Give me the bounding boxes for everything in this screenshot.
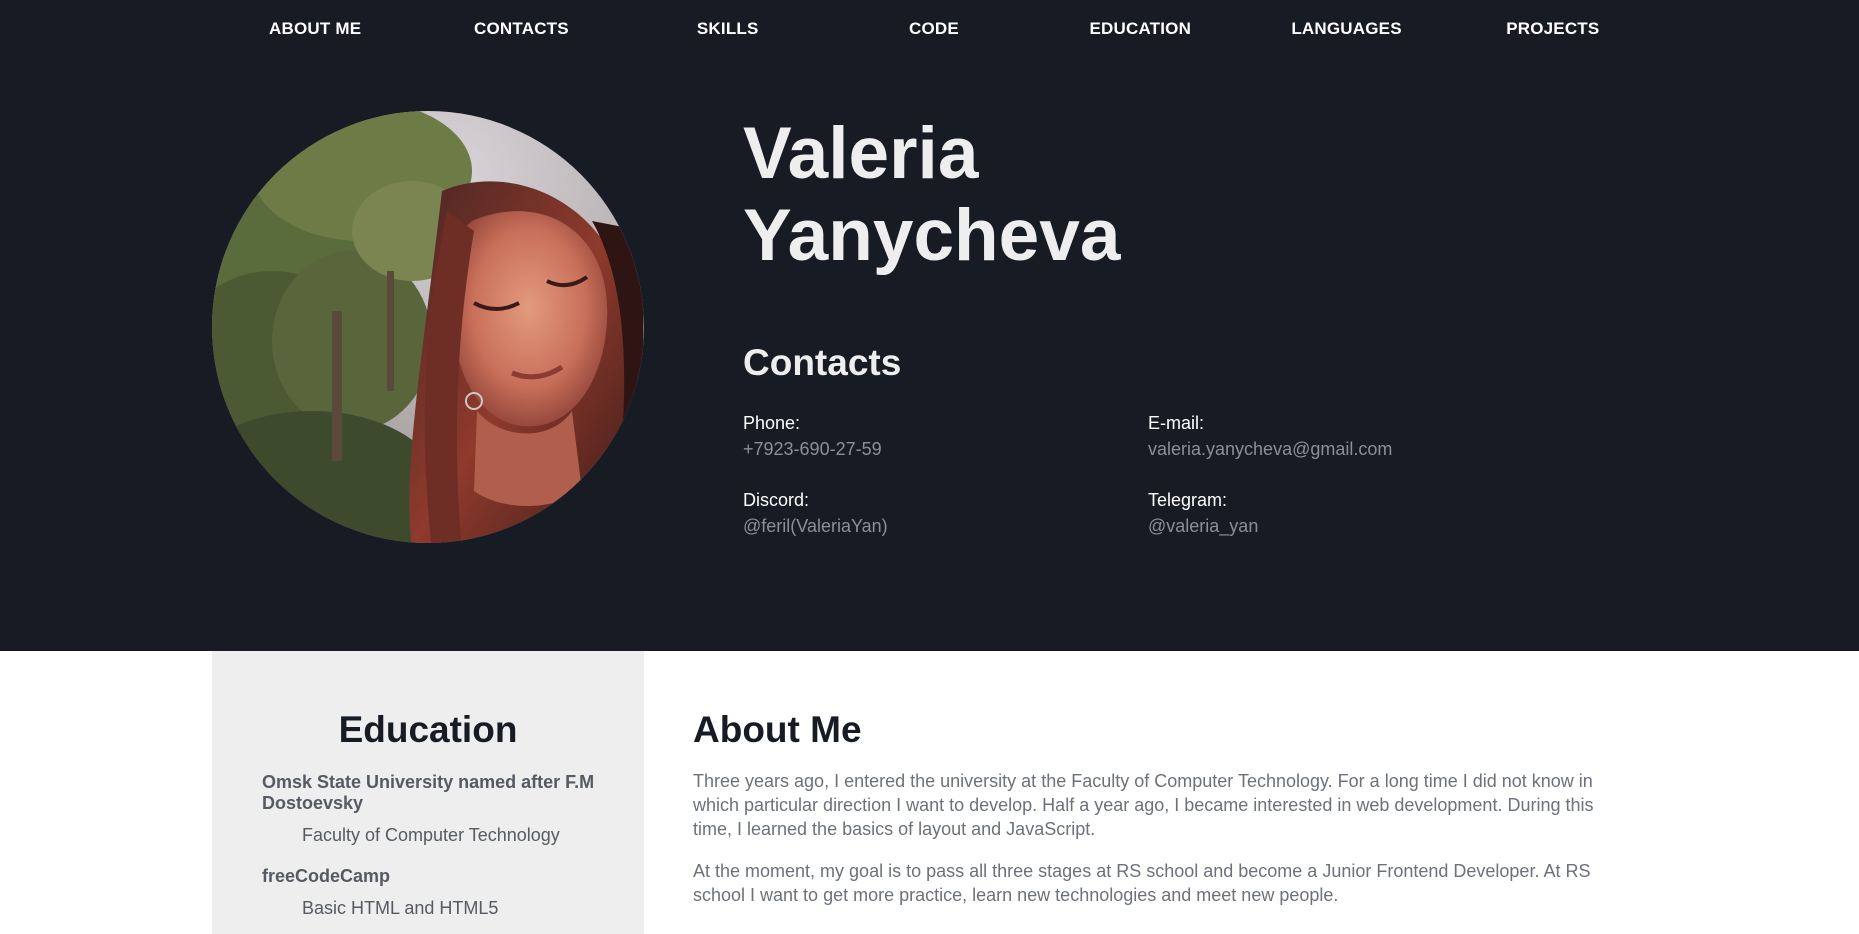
nav-about-me[interactable]: ABOUT ME: [212, 0, 418, 58]
discord-label: Discord:: [743, 490, 810, 510]
phone-label: Phone:: [743, 413, 801, 433]
contact-telegram: Telegram: @valeria_yan: [1148, 489, 1528, 537]
nav-code[interactable]: CODE: [831, 0, 1037, 58]
nav-languages[interactable]: LANGUAGES: [1243, 0, 1449, 58]
top-nav: ABOUT ME CONTACTS SKILLS CODE EDUCATION …: [212, 0, 1656, 58]
phone-link[interactable]: +7923-690-27-59: [743, 438, 1123, 460]
hero-section: ABOUT ME CONTACTS SKILLS CODE EDUCATION …: [0, 0, 1859, 651]
last-name: Yanycheva: [743, 195, 1121, 276]
profile-photo: [212, 111, 644, 543]
about-section: About Me Three years ago, I entered the …: [693, 651, 1603, 907]
education-detail: Faculty of Computer Technology: [302, 825, 560, 845]
education-heading: Education: [338, 709, 518, 750]
education-school: freeCodeCamp: [262, 866, 391, 886]
education-detail: Basic HTML and HTML5: [302, 898, 499, 918]
about-paragraph: At the moment, my goal is to pass all th…: [693, 861, 1591, 905]
contacts-heading: Contacts: [743, 342, 902, 383]
discord-link[interactable]: @feril(ValeriaYan): [743, 515, 1123, 537]
telegram-link[interactable]: @valeria_yan: [1148, 515, 1528, 537]
nav-education[interactable]: EDUCATION: [1037, 0, 1243, 58]
education-school: Omsk State University named after F.M Do…: [262, 772, 595, 813]
about-heading: About Me: [693, 709, 862, 750]
nav-contacts[interactable]: CONTACTS: [418, 0, 624, 58]
contact-phone: Phone: +7923-690-27-59: [743, 412, 1123, 460]
content-section: Education Omsk State University named af…: [0, 651, 1859, 934]
profile-photo-image: [212, 111, 644, 543]
email-label: E-mail:: [1148, 413, 1205, 433]
telegram-label: Telegram:: [1148, 490, 1228, 510]
contact-email: E-mail: valeria.yanycheva@gmail.com: [1148, 412, 1528, 460]
nav-projects[interactable]: PROJECTS: [1450, 0, 1656, 58]
education-item: Omsk State University named after F.M Do…: [262, 772, 602, 846]
first-name: Valeria: [743, 113, 979, 194]
contact-discord: Discord: @feril(ValeriaYan): [743, 489, 1123, 537]
email-link[interactable]: valeria.yanycheva@gmail.com: [1148, 438, 1528, 460]
about-paragraph: Three years ago, I entered the universit…: [693, 771, 1594, 839]
education-sidebar: Education Omsk State University named af…: [212, 651, 644, 934]
nav-skills[interactable]: SKILLS: [625, 0, 831, 58]
education-item: freeCodeCamp Basic HTML and HTML5: [262, 866, 602, 919]
profile-name: Valeria Yanycheva: [743, 113, 1303, 277]
